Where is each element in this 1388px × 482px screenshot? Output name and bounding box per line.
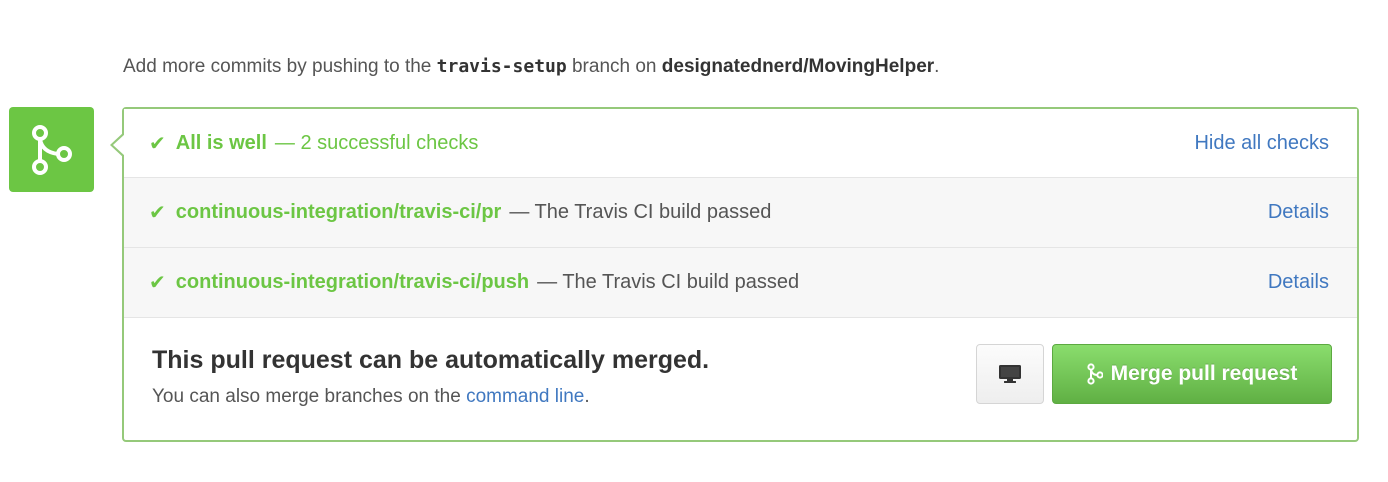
merge-hint: Add more commits by pushing to the travi… xyxy=(123,56,939,78)
check-description: — The Travis CI build passed xyxy=(509,201,772,223)
repo-name: designatednerd/MovingHelper xyxy=(661,56,935,77)
hint-prefix: Add more commits by pushing to the xyxy=(123,56,432,77)
details-link[interactable]: Details xyxy=(1268,271,1329,294)
merge-subtitle: You can also merge branches on the comma… xyxy=(152,386,590,408)
monitor-icon xyxy=(999,365,1021,383)
merge-area: This pull request can be automatically m… xyxy=(124,318,1357,440)
merge-title: This pull request can be automatically m… xyxy=(152,346,710,374)
command-line-link[interactable]: command line xyxy=(466,386,584,407)
merge-status-icon-box xyxy=(9,107,94,192)
check-icon: ✔ xyxy=(149,132,166,155)
command-line-instructions-button[interactable] xyxy=(976,344,1044,404)
check-context: continuous-integration/travis-ci/push xyxy=(175,271,530,293)
git-merge-icon xyxy=(31,124,72,175)
summary-label: All is well xyxy=(175,131,267,154)
hide-all-checks-link[interactable]: Hide all checks xyxy=(1194,132,1329,155)
merge-pull-request-button[interactable]: Merge pull request xyxy=(1052,344,1332,404)
check-context: continuous-integration/travis-ci/pr xyxy=(175,201,502,223)
checks-summary-row: ✔ All is well — 2 successful checks Hide… xyxy=(124,109,1357,178)
check-row: ✔ continuous-integration/travis-ci/pr — … xyxy=(124,178,1357,248)
merge-sub-prefix: You can also merge branches on the xyxy=(152,386,461,407)
merge-sub-suffix: . xyxy=(584,386,590,407)
merge-panel: ✔ All is well — 2 successful checks Hide… xyxy=(110,107,1359,442)
hint-middle: branch on xyxy=(571,56,657,77)
check-row: ✔ continuous-integration/travis-ci/push … xyxy=(124,248,1357,318)
details-link[interactable]: Details xyxy=(1268,201,1329,224)
summary-detail: — 2 successful checks xyxy=(274,131,479,154)
check-icon: ✔ xyxy=(149,202,166,224)
check-description: — The Travis CI build passed xyxy=(537,271,800,293)
check-icon: ✔ xyxy=(149,272,166,294)
git-merge-icon xyxy=(1087,363,1103,385)
hint-suffix: . xyxy=(934,56,940,77)
merge-button-label: Merge pull request xyxy=(1110,362,1298,385)
branch-name: travis-setup xyxy=(436,56,567,77)
